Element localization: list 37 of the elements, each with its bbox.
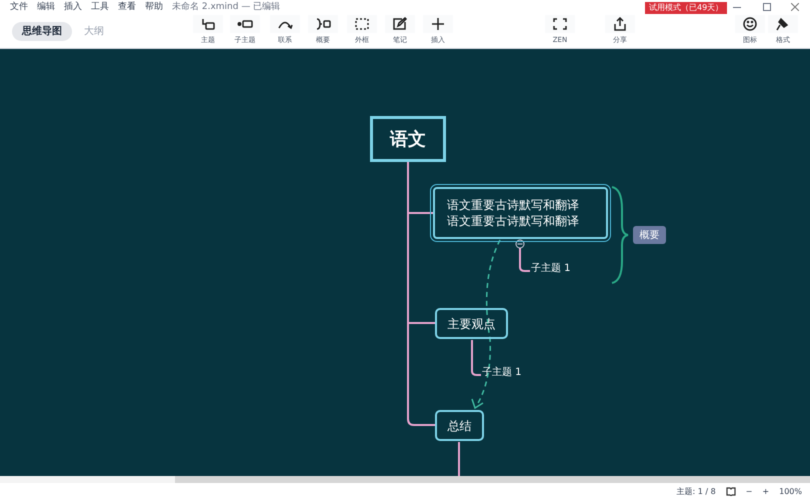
topic-count: 主题: 1 / 8: [676, 486, 716, 498]
smiley-icon: [742, 17, 758, 31]
window-title: 未命名 2.xmind — 已编辑: [172, 1, 280, 14]
paintbrush-icon: [775, 17, 791, 31]
menu-item[interactable]: 工具: [91, 1, 109, 14]
trial-badge: 试用模式（已49天）: [645, 2, 728, 14]
subtopic-label[interactable]: 子主题 1: [531, 262, 571, 276]
maximize-icon[interactable]: [763, 3, 771, 11]
subtopic-label[interactable]: 子主题 1: [482, 366, 522, 380]
menu-item[interactable]: 文件: [10, 1, 28, 14]
zoom-level[interactable]: 100%: [779, 486, 802, 498]
book-icon[interactable]: [726, 487, 736, 496]
relationship-arrow[interactable]: [471, 240, 501, 410]
plus-icon: [430, 17, 446, 31]
view-tab[interactable]: 思维导图: [12, 22, 72, 41]
topic-node[interactable]: 总结: [435, 410, 484, 441]
topic-node[interactable]: 语文重要古诗默写和翻译 语文重要古诗默写和翻译: [433, 187, 608, 239]
connector-line: [471, 340, 481, 376]
menu-item[interactable]: 帮助: [145, 1, 163, 14]
menu-item[interactable]: 插入: [64, 1, 82, 14]
zoom-in-button[interactable]: +: [762, 486, 770, 498]
central-topic[interactable]: 语文: [370, 116, 446, 162]
brace-icon: [315, 17, 331, 31]
topic-node[interactable]: 主要观点: [435, 308, 508, 339]
topic-icon: [200, 17, 216, 31]
share-icon: [612, 17, 628, 31]
dashed-box-icon: [354, 17, 370, 31]
summary-label[interactable]: 概要: [633, 226, 666, 244]
note-icon: [392, 17, 408, 31]
scrollbar-thumb[interactable]: [0, 476, 175, 483]
close-icon[interactable]: [791, 3, 799, 11]
menu-item[interactable]: 查看: [118, 1, 136, 14]
connector-line: [458, 442, 460, 476]
fullscreen-icon: [552, 17, 568, 31]
horizontal-scrollbar[interactable]: [0, 476, 810, 483]
zoom-out-button[interactable]: −: [746, 486, 752, 498]
menu-item[interactable]: 编辑: [37, 1, 55, 14]
